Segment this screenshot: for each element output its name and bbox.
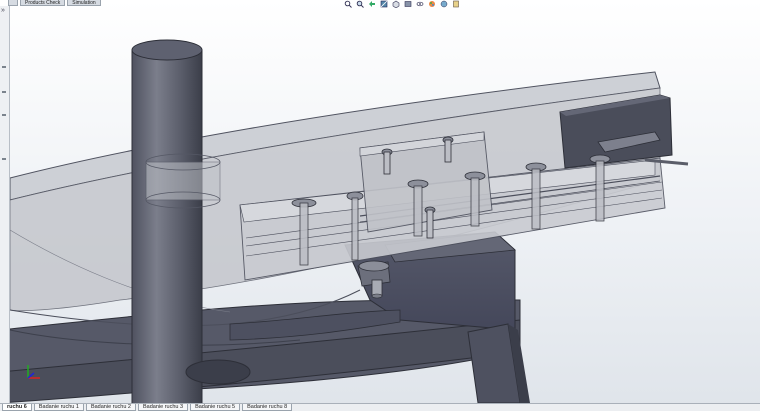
- motion-study-tabs: ruchu 6 Badanie ruchu 1 Badanie ruchu 2 …: [0, 403, 760, 411]
- command-manager-tabs: Products Check Simulation: [0, 0, 101, 6]
- hide-show-items-icon[interactable]: [415, 0, 424, 8]
- tab-motion-study-2[interactable]: Badanie ruchu 2: [85, 404, 136, 411]
- section-view-icon[interactable]: [379, 0, 388, 8]
- shaft-top: [131, 39, 203, 61]
- 3d-model-view[interactable]: [0, 0, 760, 403]
- panel-marker: [2, 91, 6, 93]
- tab-motion-study-1[interactable]: Badanie ruchu 1: [33, 404, 84, 411]
- zoom-to-area-icon[interactable]: [355, 0, 364, 8]
- expand-panel-button[interactable]: »: [1, 7, 5, 14]
- panel-marker: [2, 158, 6, 160]
- graphics-area[interactable]: [0, 0, 760, 411]
- tab-motion-study-5[interactable]: Badanie ruchu 5: [190, 404, 241, 411]
- apply-scene-icon[interactable]: [439, 0, 448, 8]
- panel-marker: [2, 66, 6, 68]
- edit-appearance-icon[interactable]: [427, 0, 436, 8]
- panel-marker: [2, 114, 6, 116]
- heads-up-view-toolbar: [343, 0, 460, 8]
- vertical-shaft: [131, 49, 203, 403]
- view-settings-icon[interactable]: [451, 0, 460, 8]
- tab-motion-study-3[interactable]: Badanie ruchu 3: [138, 404, 189, 411]
- previous-view-icon[interactable]: [367, 0, 376, 8]
- coordinate-triad-icon: [27, 365, 40, 379]
- tab-motion-study-8[interactable]: Badanie ruchu 8: [242, 404, 293, 411]
- display-style-icon[interactable]: [403, 0, 412, 8]
- tab-simulation[interactable]: Simulation: [67, 0, 101, 6]
- zoom-to-fit-icon[interactable]: [343, 0, 352, 8]
- shaft-hole: [185, 359, 251, 385]
- view-orientation-icon[interactable]: [391, 0, 400, 8]
- feature-manager-collapsed-panel: »: [0, 6, 10, 403]
- tab-products-check[interactable]: Products Check: [20, 0, 66, 6]
- tab-motion-study-6[interactable]: ruchu 6: [2, 404, 32, 411]
